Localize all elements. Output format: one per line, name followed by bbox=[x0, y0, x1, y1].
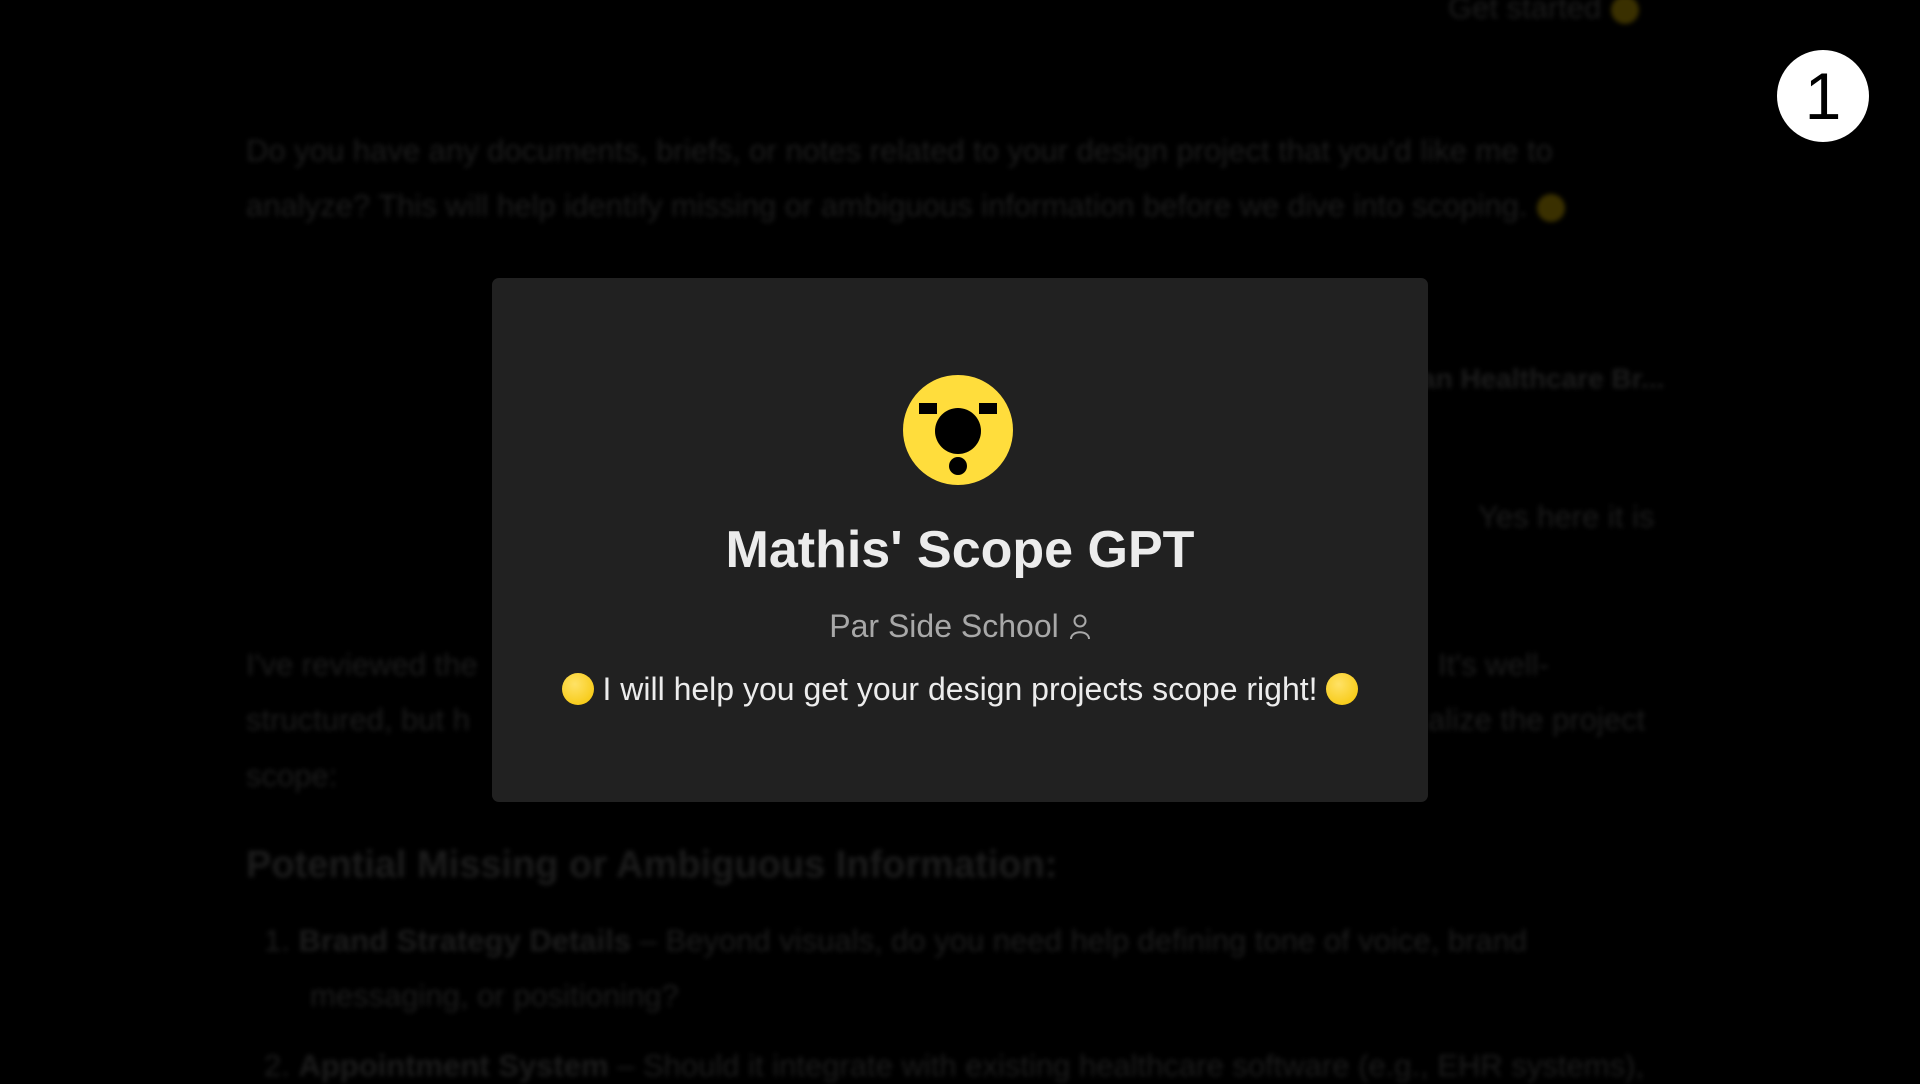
attachment-title[interactable]: an Healthcare Br... bbox=[1420, 363, 1664, 395]
list-item-continuation: messaging, or positioning? bbox=[310, 978, 679, 1013]
list-item: 1. Brand Strategy Details – Beyond visua… bbox=[264, 923, 1528, 958]
step-badge: 1 bbox=[1777, 50, 1869, 142]
gpt-description: I will help you get your design projects… bbox=[492, 671, 1428, 708]
user-icon bbox=[1069, 614, 1090, 640]
section-heading: Potential Missing or Ambiguous Informati… bbox=[246, 844, 1058, 886]
gpt-logo-icon bbox=[903, 375, 1013, 485]
gpt-author: Par Side School bbox=[492, 608, 1428, 645]
user-message: Yes here it is bbox=[1478, 499, 1655, 534]
assistant-message-line: alize the project bbox=[1428, 702, 1646, 737]
get-started-button[interactable]: Get started bbox=[1448, 0, 1640, 26]
assistant-message-line: structured, but h bbox=[246, 702, 471, 737]
assistant-message-line: It's well- bbox=[1438, 647, 1549, 682]
list-item: 2. Appointment System – Should it integr… bbox=[264, 1048, 1645, 1083]
yellow-circle-emoji-icon bbox=[1325, 673, 1358, 705]
assistant-message-line: I've reviewed the bbox=[246, 647, 478, 682]
assistant-message-line: Do you have any documents, briefs, or no… bbox=[246, 133, 1553, 168]
gpt-info-modal: Mathis' Scope GPT Par Side School I will… bbox=[492, 278, 1428, 802]
yellow-circle-emoji-icon bbox=[562, 673, 595, 705]
assistant-message-line: scope: bbox=[246, 758, 338, 793]
assistant-message-line: analyze? This will help identify missing… bbox=[246, 188, 1566, 224]
gpt-title: Mathis' Scope GPT bbox=[725, 521, 1195, 579]
